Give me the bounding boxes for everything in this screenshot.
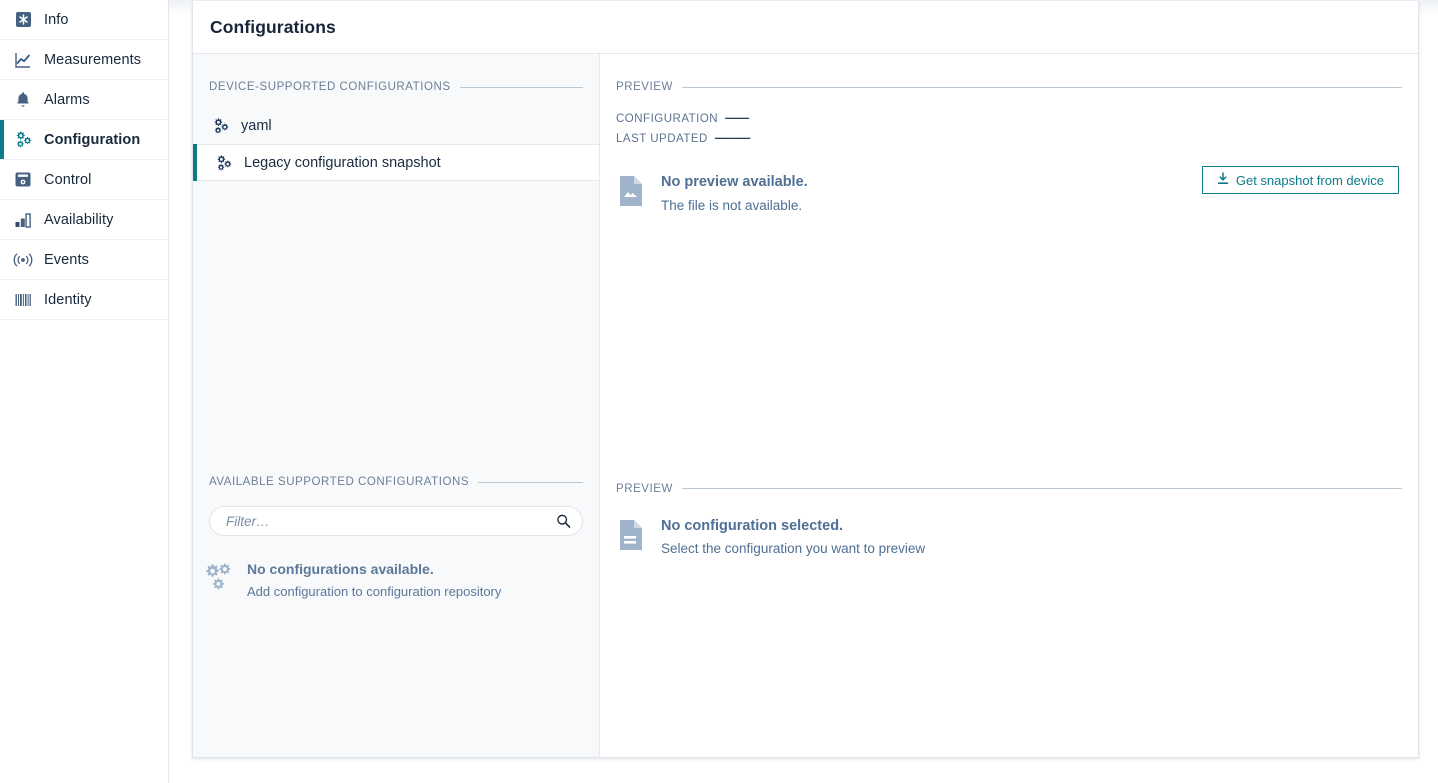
empty-state-subtitle: Select the configuration you want to pre… xyxy=(661,541,926,557)
sidebar-item-label: Info xyxy=(44,11,69,28)
device-control-icon xyxy=(12,169,34,191)
list-item-label: Legacy configuration snapshot xyxy=(244,154,441,171)
sidebar: Info Measurements Alarms Configuration C… xyxy=(0,0,169,783)
left-panel-spacer xyxy=(193,181,599,476)
app-root: Info Measurements Alarms Configuration C… xyxy=(0,0,1438,783)
sidebar-item-label: Events xyxy=(44,251,89,268)
meta-key: LAST UPDATED xyxy=(616,133,708,145)
empty-state-subtitle: The file is not available. xyxy=(661,197,803,213)
section-rule xyxy=(681,86,1402,88)
sidebar-item-label: Configuration xyxy=(44,131,141,148)
image-file-icon xyxy=(618,173,644,207)
filter-field-wrapper xyxy=(209,506,583,536)
empty-state-title: No preview available. xyxy=(661,174,808,190)
no-configuration-text: No configuration selected. Select the co… xyxy=(661,517,925,559)
preview-meta: CONFIGURATION —— LAST UPDATED ——— xyxy=(600,111,1418,151)
sidebar-item-identity[interactable]: Identity xyxy=(0,280,168,320)
sidebar-item-label: Alarms xyxy=(44,91,90,108)
empty-state-title: No configuration selected. xyxy=(661,517,844,534)
device-supported-section: DEVICE-SUPPORTED CONFIGURATIONS yaml Leg… xyxy=(193,54,599,181)
meta-value: —— xyxy=(725,111,749,125)
sidebar-item-measurements[interactable]: Measurements xyxy=(0,40,168,80)
gears-icon xyxy=(205,560,233,592)
section-rule xyxy=(459,86,583,88)
meta-row-configuration: CONFIGURATION —— xyxy=(616,111,1418,131)
line-chart-icon xyxy=(12,49,34,71)
empty-state-title: No configurations available. xyxy=(247,561,434,577)
download-icon xyxy=(1217,172,1229,188)
list-item-label: yaml xyxy=(241,117,272,134)
no-preview-text: No preview available. The file is not av… xyxy=(661,173,808,215)
sidebar-item-label: Control xyxy=(44,171,92,188)
available-empty-text: No configurations available. Add configu… xyxy=(247,560,501,600)
configurations-right-panel: PREVIEW Get snapshot from device CONFIGU… xyxy=(600,54,1418,757)
section-label: PREVIEW xyxy=(616,81,673,93)
sidebar-item-label: Identity xyxy=(44,291,92,308)
search-input[interactable] xyxy=(209,506,583,536)
gears-icon xyxy=(214,153,234,173)
configurations-left-panel: DEVICE-SUPPORTED CONFIGURATIONS yaml Leg… xyxy=(193,54,600,757)
right-panel-spacer xyxy=(600,215,1418,483)
card-header: Configurations xyxy=(193,1,1418,54)
available-supported-section-header: AVAILABLE SUPPORTED CONFIGURATIONS xyxy=(193,476,599,488)
preview-top-section: PREVIEW Get snapshot from device CONFIGU… xyxy=(600,54,1418,215)
page-title: Configurations xyxy=(210,16,336,37)
device-supported-section-header: DEVICE-SUPPORTED CONFIGURATIONS xyxy=(193,81,599,93)
section-label: AVAILABLE SUPPORTED CONFIGURATIONS xyxy=(209,476,470,488)
sidebar-item-info[interactable]: Info xyxy=(0,0,168,40)
section-label: PREVIEW xyxy=(616,482,673,495)
barcode-icon xyxy=(12,289,34,311)
search-icon[interactable] xyxy=(556,514,571,529)
section-rule xyxy=(681,488,1402,490)
sidebar-item-control[interactable]: Control xyxy=(0,160,168,200)
gears-icon xyxy=(211,116,231,136)
available-empty-state: No configurations available. Add configu… xyxy=(193,536,599,600)
preview-bottom-section: PREVIEW No configuration selected. Selec… xyxy=(600,483,1418,559)
available-supported-section: AVAILABLE SUPPORTED CONFIGURATIONS Filte… xyxy=(193,476,599,600)
meta-value: ——— xyxy=(714,131,750,145)
info-asterisk-icon xyxy=(12,9,34,31)
text-file-icon xyxy=(618,517,644,551)
empty-state-subtitle: Add configuration to configuration repos… xyxy=(247,583,502,599)
sidebar-item-events[interactable]: Events xyxy=(0,240,168,280)
gears-icon xyxy=(12,129,34,151)
list-item-legacy-configuration-snapshot[interactable]: Legacy configuration snapshot xyxy=(193,144,599,181)
section-label: DEVICE-SUPPORTED CONFIGURATIONS xyxy=(209,81,451,93)
meta-row-last-updated: LAST UPDATED ——— xyxy=(616,131,1418,151)
no-configuration-selected-empty-state: No configuration selected. Select the co… xyxy=(600,495,1418,559)
sidebar-item-label: Measurements xyxy=(44,51,142,68)
list-item-yaml[interactable]: yaml xyxy=(193,107,599,144)
preview-top-section-header: PREVIEW xyxy=(600,81,1418,93)
configurations-card: Configurations DEVICE-SUPPORTED CONFIGUR… xyxy=(192,1,1419,758)
sidebar-item-label: Availability xyxy=(44,211,114,228)
section-rule xyxy=(478,481,583,483)
device-supported-list: yaml Legacy configuration snapshot xyxy=(193,107,599,181)
bell-icon xyxy=(12,89,34,111)
sidebar-item-configuration[interactable]: Configuration xyxy=(0,120,168,160)
preview-bottom-section-header: PREVIEW xyxy=(600,483,1418,495)
get-snapshot-from-device-button[interactable]: Get snapshot from device xyxy=(1201,166,1399,194)
sidebar-item-availability[interactable]: Availability xyxy=(0,200,168,240)
sidebar-item-alarms[interactable]: Alarms xyxy=(0,80,168,120)
bar-chart-icon xyxy=(12,209,34,231)
card-body: DEVICE-SUPPORTED CONFIGURATIONS yaml Leg… xyxy=(193,54,1418,757)
broadcast-icon xyxy=(12,249,34,271)
button-label: Get snapshot from device xyxy=(1235,172,1384,188)
meta-key: CONFIGURATION xyxy=(616,113,719,125)
